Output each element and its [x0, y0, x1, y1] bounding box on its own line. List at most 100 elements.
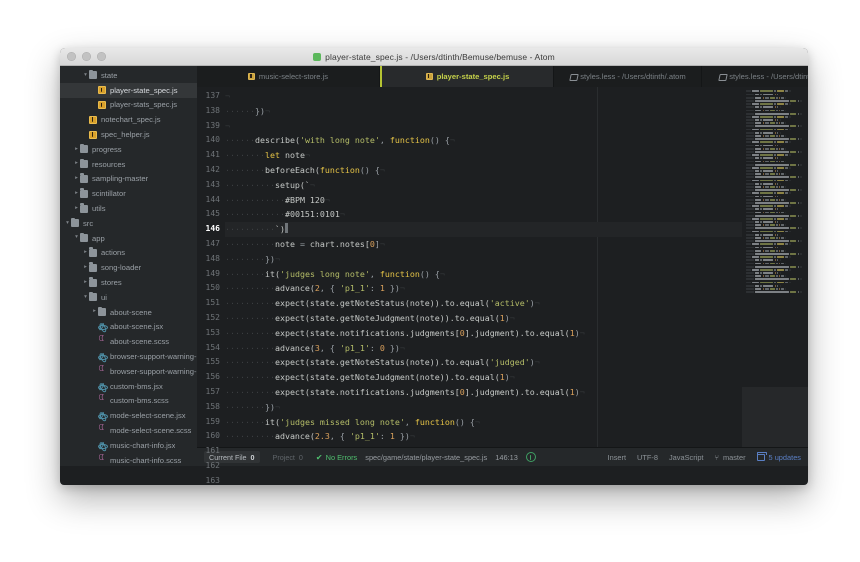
minimap-token	[746, 268, 751, 271]
code-line[interactable]: ········let note¬	[225, 148, 742, 163]
code-token: ].judgment).to.equal(	[464, 386, 570, 397]
tree-item-resources[interactable]: ▸ resources	[60, 157, 197, 172]
chevron-right-icon[interactable]: ▸	[73, 146, 80, 153]
code-line[interactable]: ··········`)	[225, 222, 742, 237]
chevron-right-icon[interactable]: ▸	[82, 264, 89, 271]
tree-item-mode-select-scene-scss[interactable]: mode-select-scene.scss	[60, 423, 197, 438]
grammar-selector[interactable]: JavaScript	[669, 453, 704, 462]
minimap-token	[752, 243, 760, 246]
code-line[interactable]: ··········advance(2.3, { 'p1_1': 1 })¬	[225, 429, 742, 444]
code-line[interactable]: ········it('judges long note', function(…	[225, 267, 742, 282]
code-line[interactable]: ········})¬	[225, 252, 742, 267]
chevron-down-icon[interactable]: ▾	[82, 294, 89, 301]
editor-mode[interactable]: Insert	[608, 453, 626, 462]
minimap[interactable]	[742, 87, 808, 447]
code-line[interactable]: ··········expect(state.notifications.jud…	[225, 385, 742, 400]
chevron-right-icon[interactable]: ▸	[82, 250, 89, 256]
tree-item-player-stats-spec-js[interactable]: player-stats_spec.js	[60, 98, 197, 113]
chevron-right-icon[interactable]: ▸	[91, 309, 98, 315]
code-line[interactable]: ······describe('with long note', functio…	[225, 133, 742, 148]
minimap-token	[800, 201, 802, 204]
code-line[interactable]: ············#00151:0101¬	[225, 207, 742, 222]
minimap-token	[777, 115, 784, 118]
code-line[interactable]: ········beforeEach(function() {¬	[225, 163, 742, 178]
tree-item-browser-support-warning-[interactable]: browser-support-warning-	[60, 364, 197, 379]
tree-item-progress[interactable]: ▸ progress	[60, 142, 197, 157]
project-chip[interactable]: Project 0	[268, 451, 308, 463]
code-line[interactable]: ······})¬	[225, 104, 742, 119]
zoom-button[interactable]	[97, 52, 106, 61]
tree-item-sampling-master[interactable]: ▸ sampling-master	[60, 172, 197, 187]
tree-item-about-scene[interactable]: ▸ about-scene	[60, 305, 197, 320]
code-line[interactable]: ··········advance(3, { 'p1_1': 0 })¬	[225, 341, 742, 356]
tree-item-about-scene-scss[interactable]: about-scene.scss	[60, 334, 197, 349]
code-line[interactable]: ··········expect(state.getNoteStatus(not…	[225, 444, 742, 447]
code-line[interactable]: ··········setup(`¬	[225, 178, 742, 193]
file-encoding[interactable]: UTF-8	[637, 453, 658, 462]
tree-item-browser-support-warning-[interactable]: browser-support-warning-	[60, 349, 197, 364]
minimap-token	[774, 182, 776, 185]
updates-indicator[interactable]: 5 updates	[756, 452, 801, 462]
tree-item-utils[interactable]: ▸ utils	[60, 201, 197, 216]
tab-bar[interactable]: music-select-store.js player-state_spec.j…	[197, 66, 808, 87]
tree-item-custom-bms-jsx[interactable]: custom-bms.jsx	[60, 379, 197, 394]
code-line[interactable]: ··········expect(state.getNoteStatus(not…	[225, 355, 742, 370]
code-line[interactable]: ········it('judges missed long note', fu…	[225, 415, 742, 430]
tab-player-state-spec-js[interactable]: player-state_spec.js	[380, 66, 554, 87]
minimap-token	[777, 93, 779, 96]
tab-music-select-store-js[interactable]: music-select-store.js	[197, 66, 380, 87]
minimap-token	[778, 147, 781, 150]
code-line[interactable]: ··········expect(state.getNoteJudgment(n…	[225, 311, 742, 326]
tree-item-player-state-spec-js[interactable]: player-state_spec.js	[60, 82, 197, 98]
code-line[interactable]: ··········expect(state.notifications.jud…	[225, 326, 742, 341]
file-tree[interactable]: ▾ state player-state_spec.js player-stats_s…	[60, 66, 197, 466]
chevron-right-icon[interactable]: ▸	[73, 190, 80, 197]
chevron-right-icon[interactable]: ▸	[82, 279, 89, 286]
file-path[interactable]: spec/game/state/player-state_spec.js	[365, 453, 487, 462]
chevron-right-icon[interactable]: ▸	[73, 161, 80, 167]
tree-item-actions[interactable]: ▸ actions	[60, 246, 197, 261]
git-branch[interactable]: ⑂ master	[715, 453, 746, 462]
no-errors-status[interactable]: ✔ No Errors	[316, 453, 357, 462]
code-line[interactable]: ············#BPM 120¬	[225, 193, 742, 208]
tree-item-custom-bms-scss[interactable]: custom-bms.scss	[60, 394, 197, 409]
minimap-viewport[interactable]	[742, 387, 808, 447]
close-button[interactable]	[67, 52, 76, 61]
tab-styles-less[interactable]: styles.less - /Users/dtinth/.atom	[702, 66, 808, 87]
tree-item-notechart-spec-js[interactable]: notechart_spec.js	[60, 112, 197, 127]
tree-item-mode-select-scene-jsx[interactable]: mode-select-scene.jsx	[60, 408, 197, 423]
code-line[interactable]: ··········expect(state.getNoteJudgment(n…	[225, 370, 742, 385]
github-circle-icon[interactable]	[525, 452, 536, 462]
code-line[interactable]: ········})¬	[225, 400, 742, 415]
tree-item-song-loader[interactable]: ▸ song-loader	[60, 260, 197, 275]
tree-item-spec-helper-js[interactable]: spec_helper.js	[60, 127, 197, 142]
tree-item-music-chart-info-jsx[interactable]: music-chart-info.jsx	[60, 438, 197, 453]
tree-item-src[interactable]: ▾ src	[60, 216, 197, 231]
code-content[interactable]: ¬ ······})¬ ¬ ······describe('with long not…	[225, 87, 742, 447]
tree-item-music-chart-info-scss[interactable]: music-chart-info.scss	[60, 453, 197, 466]
code-line[interactable]: ··········note = chart.notes[0]¬	[225, 237, 742, 252]
minimap-token	[752, 192, 760, 195]
chevron-down-icon[interactable]: ▾	[73, 235, 80, 241]
tree-item-app[interactable]: ▾ app	[60, 231, 197, 246]
tab-styles-less[interactable]: styles.less - /Users/dtinth/.atom	[554, 66, 702, 87]
code-line[interactable]: ¬	[225, 119, 742, 134]
chevron-down-icon[interactable]: ▾	[82, 72, 89, 79]
tree-item-scintillator[interactable]: ▸ scintillator	[60, 186, 197, 201]
chevron-right-icon[interactable]: ▸	[73, 205, 80, 212]
tree-item-stores[interactable]: ▸ stores	[60, 275, 197, 290]
code-line[interactable]: ··········advance(2, { 'p1_1': 1 })¬	[225, 281, 742, 296]
tree-item-about-scene-jsx[interactable]: about-scene.jsx	[60, 320, 197, 335]
chevron-down-icon[interactable]: ▾	[64, 220, 71, 227]
text-editor[interactable]: 137 138 139 140 141 142 143 144 145 146 147 148 149 1…	[197, 87, 808, 485]
tree-item-state[interactable]: ▾ state	[60, 68, 197, 83]
code-line[interactable]: ¬	[225, 89, 742, 104]
code-token: ········	[225, 150, 265, 161]
minimize-button[interactable]	[82, 52, 91, 61]
minimap-token	[760, 217, 773, 220]
chevron-right-icon[interactable]: ▸	[73, 176, 80, 182]
minimap-token	[774, 230, 776, 233]
tree-item-ui[interactable]: ▾ ui	[60, 290, 197, 305]
code-line[interactable]: ··········expect(state.getNoteStatus(not…	[225, 296, 742, 311]
cursor-position[interactable]: 146:13	[495, 453, 518, 462]
